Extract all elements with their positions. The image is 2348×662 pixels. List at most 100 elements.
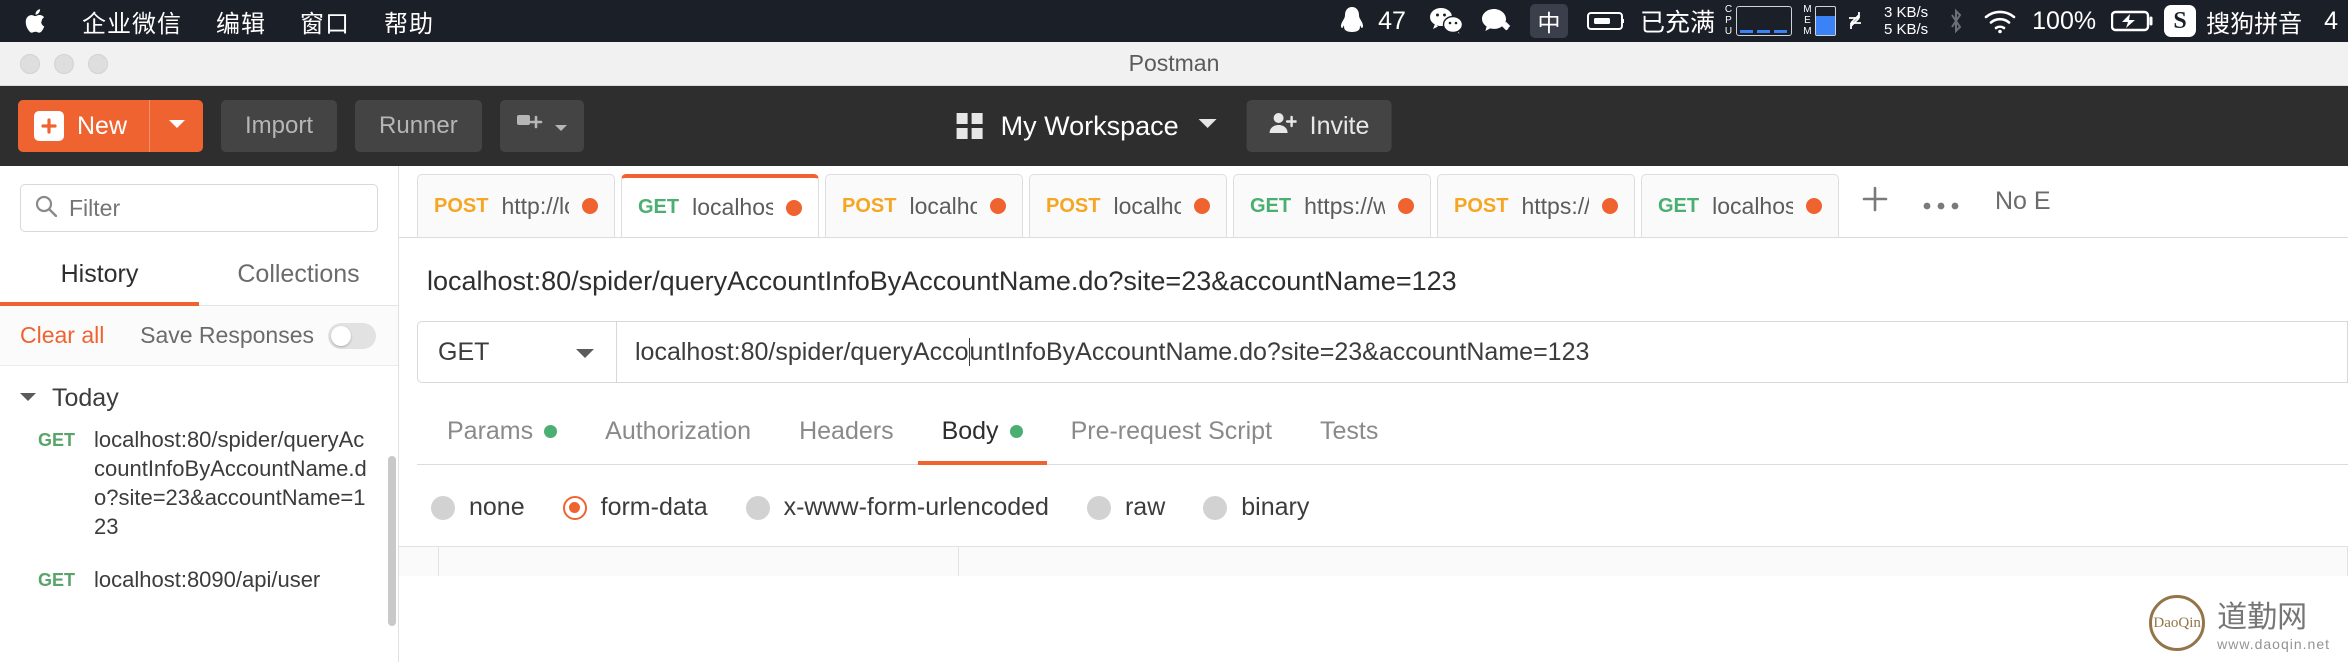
invite-button-label: Invite	[1309, 111, 1370, 140]
tab-pre-request-script[interactable]: Pre-request Script	[1047, 417, 1296, 464]
request-tab-method: GET	[1250, 194, 1292, 217]
new-window-button[interactable]	[499, 100, 584, 152]
form-data-table-header	[399, 546, 2348, 576]
tab-headers[interactable]: Headers	[775, 417, 918, 464]
url-input[interactable]: localhost:80/spider/queryAcco untInfoByAc…	[617, 321, 2348, 383]
sidebar-scrollbar[interactable]	[388, 456, 396, 626]
request-tab[interactable]: POST localhost	[825, 174, 1023, 237]
unsaved-indicator-icon	[1194, 198, 1210, 214]
runner-button[interactable]: Runner	[355, 100, 482, 152]
request-tab[interactable]: POST https://m	[1437, 174, 1635, 237]
network-down-speed: 3 KB/s	[1883, 4, 1929, 21]
workspace-name: My Workspace	[1000, 110, 1179, 141]
import-button[interactable]: Import	[221, 100, 338, 152]
sogou-logo-icon[interactable]: S	[2164, 5, 2197, 37]
request-tab-url: localhost:8	[692, 194, 773, 220]
filter-box[interactable]	[20, 184, 378, 232]
filter-row	[0, 166, 398, 246]
body-type-form-data[interactable]: form-data	[562, 493, 708, 522]
request-tab-method: POST	[1454, 194, 1509, 217]
request-tab[interactable]: POST localhost	[1029, 174, 1227, 237]
request-tab[interactable]: GET localhost:8	[1641, 174, 1839, 237]
active-indicator-icon	[544, 425, 558, 438]
body-type-binary[interactable]: binary	[1203, 493, 1309, 522]
watermark-logo: DaoQin	[2149, 595, 2206, 651]
body-type-raw[interactable]: raw	[1086, 493, 1165, 522]
history-method: GET	[38, 570, 76, 590]
menubar-tail-item[interactable]: 4	[2324, 7, 2338, 36]
input-method-indicator[interactable]: 中	[1529, 4, 1568, 38]
sogou-input-name[interactable]: 搜狗拼音	[2206, 4, 2302, 39]
network-speed: 3 KB/s 5 KB/s	[1884, 4, 1928, 38]
wechat-work-icon[interactable]	[1481, 7, 1511, 35]
request-config-tabs: Params Authorization Headers Body Pre-re…	[417, 417, 2348, 465]
menu-item-help[interactable]: 帮助	[384, 4, 434, 39]
new-tab-button[interactable]	[1845, 166, 1905, 237]
wifi-icon[interactable]	[1983, 8, 2017, 34]
battery-status-text: 已充满	[1639, 9, 1715, 37]
battery-charging-icon[interactable]	[2111, 9, 2155, 33]
menubar-left-group: 企业微信 编辑 窗口 帮助	[0, 4, 468, 39]
history-url: localhost:8090/api/user	[94, 567, 321, 592]
request-tab[interactable]: POST http://lo(	[417, 174, 615, 237]
menu-item-window[interactable]: 窗口	[300, 4, 350, 39]
menu-item-edit[interactable]: 编辑	[216, 4, 266, 39]
tab-body[interactable]: Body	[917, 417, 1047, 465]
list-item[interactable]: GET localhost:8090/api/user	[0, 553, 398, 606]
tab-history-label: History	[60, 260, 139, 288]
url-bar: GET localhost:80/spider/queryAcco untInfo…	[399, 321, 2348, 383]
network-arrows-icon	[1845, 9, 1865, 33]
url-text-after-caret: untInfoByAccountName.do?site=23&accountN…	[969, 337, 1590, 366]
tab-authorization[interactable]: Authorization	[581, 417, 775, 464]
new-dropdown-button[interactable]	[149, 100, 204, 152]
menu-item-app[interactable]: 企业微信	[82, 4, 182, 39]
body-type-none[interactable]: none	[431, 493, 525, 522]
chevron-down-icon	[1197, 117, 1219, 135]
history-group-header[interactable]: Today	[0, 384, 398, 413]
environment-selector[interactable]: No E	[1977, 166, 2051, 237]
wechat-icon[interactable]	[1429, 7, 1463, 35]
bluetooth-icon[interactable]	[1947, 7, 1965, 35]
body-type-urlencoded[interactable]: x-www-form-urlencoded	[745, 493, 1049, 522]
person-add-icon	[1269, 111, 1298, 142]
memory-usage-graph	[1814, 6, 1836, 36]
history-group-title: Today	[52, 384, 119, 412]
chevron-down-icon	[18, 390, 38, 408]
tab-authorization-label: Authorization	[605, 417, 752, 445]
network-up-speed: 5 KB/s	[1883, 21, 1929, 38]
apple-logo-icon[interactable]	[22, 4, 52, 38]
tab-tests[interactable]: Tests	[1296, 417, 1402, 464]
search-icon	[35, 195, 58, 222]
list-item[interactable]: GET localhost:80/spider/queryAccountInfo…	[0, 413, 398, 553]
body-type-urlencoded-label: x-www-form-urlencoded	[783, 493, 1049, 521]
cpu-label: CPU	[1722, 4, 1734, 37]
request-tab[interactable]: GET localhost:8	[621, 174, 819, 237]
power-plug-icon[interactable]	[1586, 9, 1627, 33]
body-type-options: none form-data x-www-form-urlencoded raw…	[399, 465, 2348, 522]
request-tab-method: POST	[434, 194, 489, 217]
save-responses-toggle[interactable]	[328, 322, 376, 349]
menubar-status-group: 47 中 已充满 CPU MEM 3 KB/s 5 KB/s 100% S 搜狗…	[1330, 3, 2348, 39]
workspace-selector[interactable]: My Workspace Invite	[956, 100, 1392, 152]
search-input[interactable]	[69, 194, 365, 222]
clear-all-button[interactable]: Clear all	[20, 322, 104, 349]
tab-body-label: Body	[941, 417, 999, 445]
request-tab-url: https://ww	[1304, 192, 1385, 219]
history-group-today: Today GET localhost:80/spider/queryAccou…	[0, 366, 398, 606]
new-button-group: New	[18, 100, 204, 152]
new-button[interactable]: New	[18, 100, 150, 152]
tab-options-button[interactable]	[1905, 166, 1977, 237]
qq-penguin-icon[interactable]	[1339, 6, 1365, 36]
radio-selected-icon	[562, 495, 587, 520]
tab-collections[interactable]: Collections	[199, 246, 398, 305]
url-text-before-caret: localhost:80/spider/queryAcco	[635, 337, 969, 366]
tab-params[interactable]: Params	[423, 417, 581, 464]
invite-button[interactable]: Invite	[1246, 100, 1392, 152]
request-tab[interactable]: GET https://ww	[1233, 174, 1431, 237]
tab-history[interactable]: History	[0, 246, 199, 306]
request-tab-method: GET	[1658, 194, 1700, 217]
method-selector[interactable]: GET	[417, 321, 617, 383]
unsaved-indicator-icon	[1398, 198, 1414, 214]
postman-toolbar: New Import Runner My Workspace Invite	[0, 86, 2348, 166]
unsaved-indicator-icon	[1602, 198, 1618, 214]
